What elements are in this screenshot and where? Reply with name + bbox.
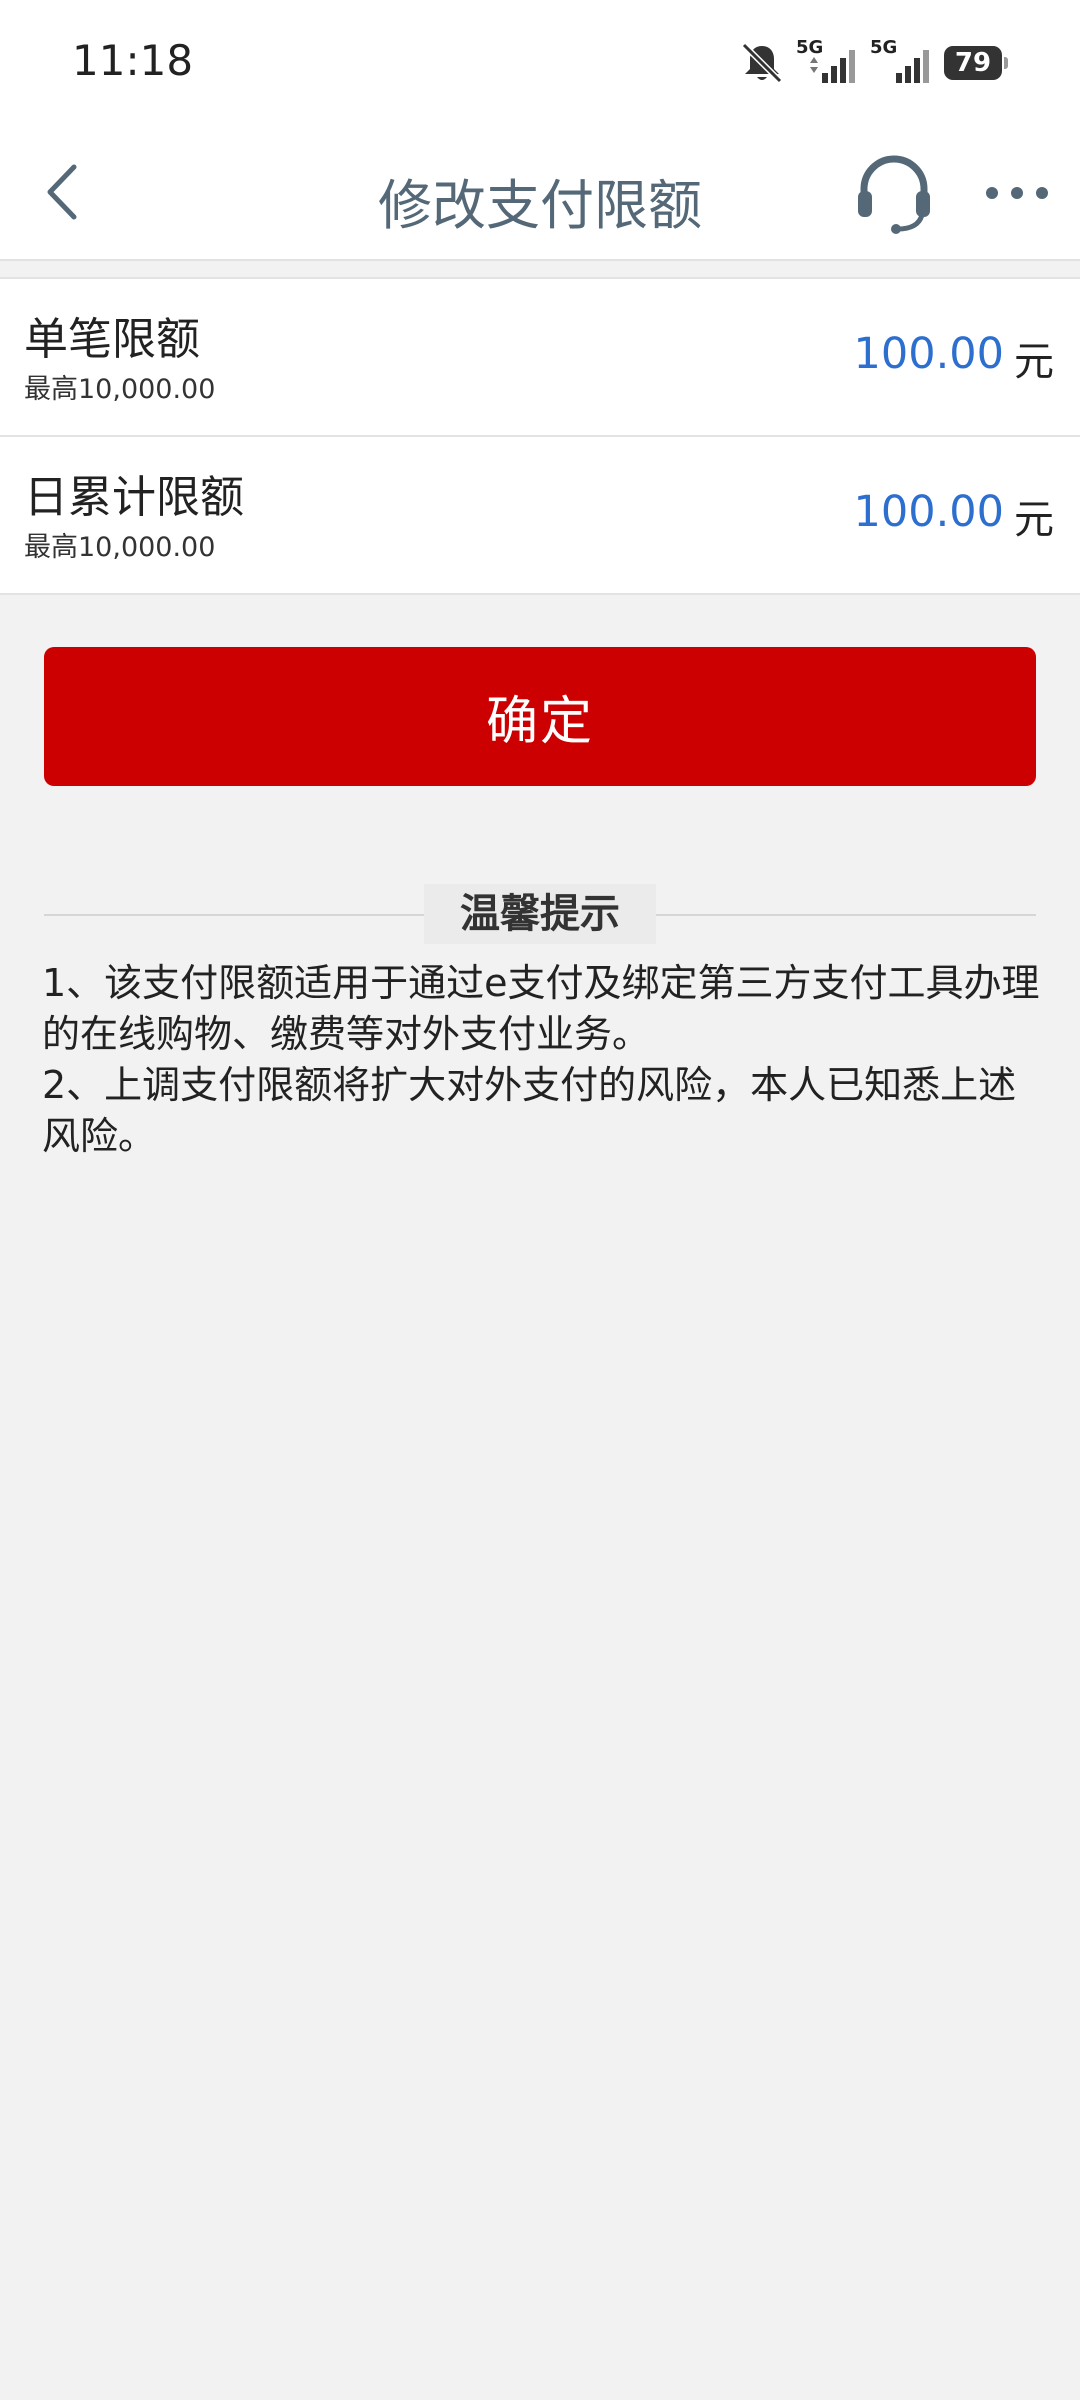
tip-item: 2、上调支付限额将扩大对外支付的风险，本人已知悉上述风险。 <box>42 1063 1017 1158</box>
single-limit-value[interactable]: 100.00 <box>854 329 1004 379</box>
single-limit-row[interactable]: 单笔限额 最高10,000.00 100.00 元 <box>0 277 1080 437</box>
daily-limit-unit: 元 <box>1014 497 1054 543</box>
status-bar: 11:18 5G 5G 79 <box>0 0 1080 125</box>
more-button[interactable] <box>982 173 1052 213</box>
single-limit-unit: 元 <box>1014 339 1054 385</box>
divider <box>656 914 1036 916</box>
tips-content: 1、该支付限额适用于通过e支付及绑定第三方支付工具办理的在线购物、缴费等对外支付… <box>42 958 1042 1162</box>
signal-icon: 5G <box>796 37 860 85</box>
app-header: 修改支付限额 <box>0 125 1080 261</box>
battery-icon: 79 <box>944 46 1008 80</box>
customer-service-button[interactable] <box>852 151 936 235</box>
daily-limit-row[interactable]: 日累计限额 最高10,000.00 100.00 元 <box>0 435 1080 595</box>
daily-limit-value[interactable]: 100.00 <box>854 487 1004 537</box>
status-time: 11:18 <box>72 36 194 85</box>
more-dots-icon <box>986 187 1048 199</box>
status-icons: 5G 5G 79 <box>738 37 1008 88</box>
divider <box>0 593 1080 595</box>
daily-limit-max: 最高10,000.00 <box>24 532 216 563</box>
signal-icon: 5G <box>870 37 934 85</box>
divider <box>44 914 424 916</box>
tips-title: 温馨提示 <box>424 884 656 944</box>
headset-icon <box>858 155 930 234</box>
mute-bell-icon <box>741 42 783 84</box>
single-limit-label: 单笔限额 <box>24 314 200 365</box>
tip-item: 1、该支付限额适用于通过e支付及绑定第三方支付工具办理的在线购物、缴费等对外支付… <box>42 961 1040 1056</box>
daily-limit-label: 日累计限额 <box>24 472 244 523</box>
confirm-button[interactable]: 确定 <box>44 647 1036 786</box>
single-limit-max: 最高10,000.00 <box>24 374 216 405</box>
